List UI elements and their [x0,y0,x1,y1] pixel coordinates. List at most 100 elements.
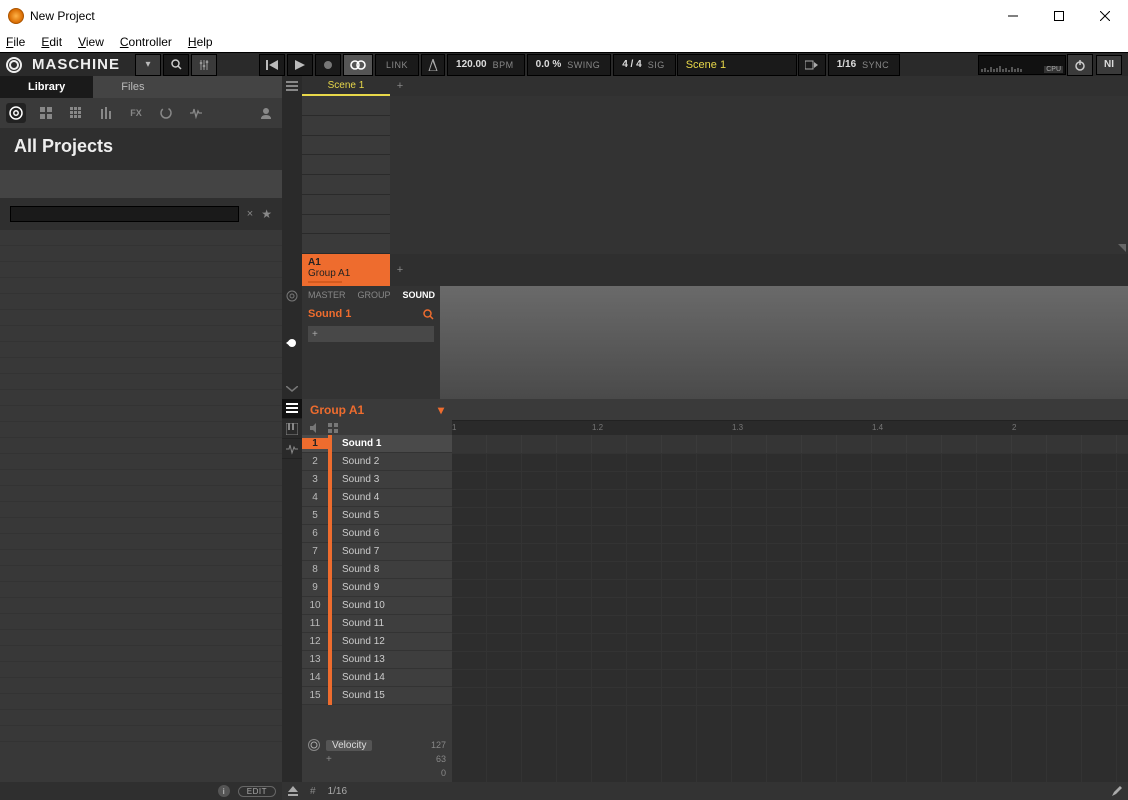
menu-file[interactable]: File [6,35,25,49]
menu-view[interactable]: View [78,35,104,49]
eject-icon[interactable] [288,786,298,796]
sound-row[interactable]: 15Sound 15 [302,687,452,705]
tempo-segment[interactable]: 120.00BPM [447,54,525,76]
window-close-button[interactable] [1082,0,1128,32]
sound-row[interactable]: 11Sound 11 [302,615,452,633]
browser-footer: i EDIT [0,782,282,800]
sound-row[interactable]: 4Sound 4 [302,489,452,507]
window-titlebar: New Project [0,0,1128,32]
grid-segment[interactable]: 1/16SYNC [828,54,900,76]
filter-instruments-icon[interactable] [96,103,116,123]
sound-row[interactable]: 14Sound 14 [302,669,452,687]
pattern-ruler[interactable]: 11.21.31.42 [452,421,1128,435]
link-segment[interactable]: LINK [375,54,419,76]
pattern-view-list-icon[interactable] [282,399,302,419]
velocity-target-icon[interactable] [308,739,320,751]
scroll-handle-icon[interactable] [1118,244,1126,252]
filter-groups-icon[interactable] [36,103,56,123]
power-button[interactable] [1067,54,1093,76]
sound-row[interactable]: 8Sound 8 [302,561,452,579]
browser-tab-library[interactable]: Library [0,76,93,98]
pattern-header-strip[interactable] [452,399,1128,421]
sound-row[interactable]: 13Sound 13 [302,651,452,669]
filter-loops-icon[interactable] [156,103,176,123]
window-minimize-button[interactable] [990,0,1036,32]
swing-segment[interactable]: 0.0 %SWING [527,54,612,76]
pattern-view-keyboard-icon[interactable] [282,419,302,439]
group-a1-block[interactable]: A1 Group A1 [302,254,390,286]
sound-row[interactable]: 12Sound 12 [302,633,452,651]
browser-search-clear-icon[interactable]: × [243,208,257,220]
transport-restart-button[interactable] [259,54,285,76]
scene-field[interactable]: Scene 1 [677,54,797,76]
sound-row[interactable]: 7Sound 7 [302,543,452,561]
menu-controller[interactable]: Controller [120,35,172,49]
transport-record-button[interactable] [315,54,341,76]
mgs-sound[interactable]: SOUND [403,290,436,300]
sound-row[interactable]: 1Sound 1 [302,435,452,453]
ni-logo-button[interactable]: NI [1096,55,1122,75]
sound-row[interactable]: 2Sound 2 [302,453,452,471]
plugin-focus-icon[interactable] [282,333,302,353]
header-mixer-button[interactable] [191,54,217,76]
pattern-group-header[interactable]: Group A1 ▾ [302,399,452,421]
grid-icon[interactable]: # [310,786,316,797]
header-dropdown-button[interactable]: ▾ [135,54,161,76]
bottom-grid-value[interactable]: 1/16 [328,786,347,797]
sound-row[interactable]: 5Sound 5 [302,507,452,525]
filter-projects-icon[interactable] [6,103,26,123]
sound-row[interactable]: 9Sound 9 [302,579,452,597]
plugin-add-slot[interactable]: + [308,326,434,342]
chevron-down-icon[interactable]: ▾ [438,403,444,417]
selected-sound-row[interactable]: Sound 1 [302,304,440,324]
signature-segment[interactable]: 4 / 4SIG [613,54,675,76]
arranger-view-button[interactable] [282,76,302,96]
sound-row[interactable]: 10Sound 10 [302,597,452,615]
arranger-body[interactable] [302,96,1128,254]
menu-edit[interactable]: Edit [41,35,62,49]
browser-strip [0,170,282,198]
pattern-grid[interactable] [452,435,1128,782]
filter-fx-icon[interactable]: FX [126,103,146,123]
menu-help[interactable]: Help [188,35,213,49]
filter-oneshots-icon[interactable] [186,103,206,123]
mute-icon[interactable] [310,423,320,433]
browser-search-row: × ★ [10,204,272,224]
arranger-timeline[interactable] [390,96,1128,254]
browser-heading: All Projects [0,128,282,164]
scenes-header: Scene 1 + [302,76,1128,96]
pads-icon[interactable] [328,423,338,433]
transport-loop-button[interactable] [343,54,373,76]
edit-button[interactable]: EDIT [238,786,276,797]
mgs-group[interactable]: GROUP [358,290,391,300]
sound-row[interactable]: 6Sound 6 [302,525,452,543]
group-row: A1 Group A1 + [302,254,1128,286]
pattern-view-automation-icon[interactable] [282,439,302,459]
sound-list[interactable]: 1Sound 12Sound 23Sound 34Sound 45Sound 5… [302,435,452,736]
mgs-master[interactable]: MASTER [308,290,346,300]
browser-tab-files[interactable]: Files [93,76,172,98]
group-add-button[interactable]: + [390,254,410,286]
follow-button[interactable] [798,54,826,76]
browser-favorite-icon[interactable]: ★ [261,207,272,221]
window-maximize-button[interactable] [1036,0,1082,32]
sound-search-icon[interactable] [423,309,434,320]
scene-add-button[interactable]: + [390,76,410,96]
plugin-collapse-icon[interactable] [282,379,302,399]
metronome-button[interactable] [421,54,445,76]
filter-sounds-icon[interactable] [66,103,86,123]
scene-tab-1[interactable]: Scene 1 [302,76,390,96]
info-icon[interactable]: i [218,785,230,797]
plugin-chain-panel: MASTER GROUP SOUND Sound 1 + [302,286,440,399]
pencil-icon[interactable] [1112,786,1122,796]
plugin-gutter [282,286,302,399]
user-content-icon[interactable] [256,103,276,123]
velocity-label[interactable]: Velocity [326,740,372,751]
browser-results-list[interactable] [0,230,282,782]
plugin-target-icon[interactable] [282,286,302,306]
browser-search-input[interactable] [10,206,239,222]
header-search-button[interactable] [163,54,189,76]
sound-row[interactable]: 3Sound 3 [302,471,452,489]
transport-play-button[interactable] [287,54,313,76]
brand-icon [6,57,22,73]
